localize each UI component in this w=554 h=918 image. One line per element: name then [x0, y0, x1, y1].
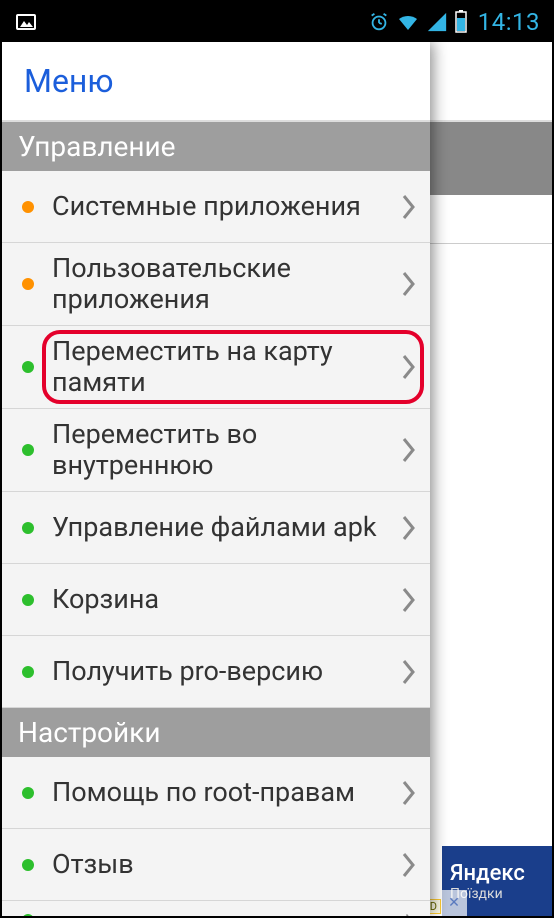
bullet-icon — [22, 278, 34, 290]
menu-item-root-help[interactable]: Помощь по root-правам — [2, 757, 430, 829]
bullet-icon — [22, 787, 34, 799]
ad-brand: Яндекс — [450, 861, 552, 886]
battery-icon — [454, 10, 468, 34]
status-bar: 14:13 — [2, 2, 552, 42]
menu-item-move-to-internal[interactable]: Переместить во внутреннюю — [2, 409, 430, 492]
menu-item-label: Помощь по root-правам — [52, 777, 400, 808]
menu-item-partial[interactable] — [2, 901, 430, 916]
chevron-right-icon — [400, 779, 418, 807]
menu-item-user-apps[interactable]: Пользовательские приложения — [2, 243, 430, 326]
status-clock: 14:13 — [478, 8, 540, 36]
menu-item-label: Управление файлами apk — [52, 512, 400, 543]
content-area: П Долгое подроб Всего C E N — [2, 42, 552, 916]
menu-item-feedback[interactable]: Отзыв — [2, 829, 430, 901]
bullet-icon — [22, 201, 34, 213]
bullet-icon — [22, 594, 34, 606]
menu-item-label: Отзыв — [52, 849, 400, 880]
chevron-right-icon — [400, 586, 418, 614]
menu-item-label — [52, 913, 400, 916]
menu-item-label: Системные приложения — [52, 191, 400, 222]
menu-item-trash[interactable]: Корзина — [2, 564, 430, 636]
ad-close-icon[interactable]: ✕ — [441, 890, 467, 916]
bullet-icon — [22, 914, 34, 916]
chevron-right-icon — [400, 270, 418, 298]
section-header-settings: Настройки — [2, 708, 430, 757]
signal-icon — [426, 11, 448, 33]
bullet-icon — [22, 444, 34, 456]
chevron-right-icon — [400, 913, 418, 916]
menu-item-get-pro[interactable]: Получить pro-версию — [2, 636, 430, 708]
drawer-title: Меню — [2, 42, 430, 122]
chevron-right-icon — [400, 353, 418, 381]
chevron-right-icon — [400, 851, 418, 879]
device-frame: 14:13 П Долгое подроб Всего C E — [0, 0, 554, 918]
picture-icon — [14, 10, 38, 34]
bullet-icon — [22, 522, 34, 534]
menu-item-move-to-sd[interactable]: Переместить на карту памяти — [2, 326, 430, 409]
menu-item-system-apps[interactable]: Системные приложения — [2, 171, 430, 243]
menu-item-apk-manager[interactable]: Управление файлами apk — [2, 492, 430, 564]
wifi-icon — [396, 10, 420, 34]
menu-item-label: Корзина — [52, 584, 400, 615]
menu-item-label: Пользовательские приложения — [52, 253, 400, 315]
chevron-right-icon — [400, 436, 418, 464]
drawer-list[interactable]: Управление Системные приложения Пользова… — [2, 122, 430, 916]
bullet-icon — [22, 859, 34, 871]
drawer-menu: Меню Управление Системные приложения Пол… — [2, 42, 430, 916]
section-header-management: Управление — [2, 122, 430, 171]
alarm-icon — [368, 11, 390, 33]
menu-item-label: Переместить во внутреннюю — [52, 419, 400, 481]
bullet-icon — [22, 666, 34, 678]
chevron-right-icon — [400, 193, 418, 221]
menu-item-label: Получить pro-версию — [52, 656, 400, 687]
chevron-right-icon — [400, 514, 418, 542]
bullet-icon — [22, 361, 34, 373]
chevron-right-icon — [400, 658, 418, 686]
menu-item-label: Переместить на карту памяти — [52, 336, 400, 398]
